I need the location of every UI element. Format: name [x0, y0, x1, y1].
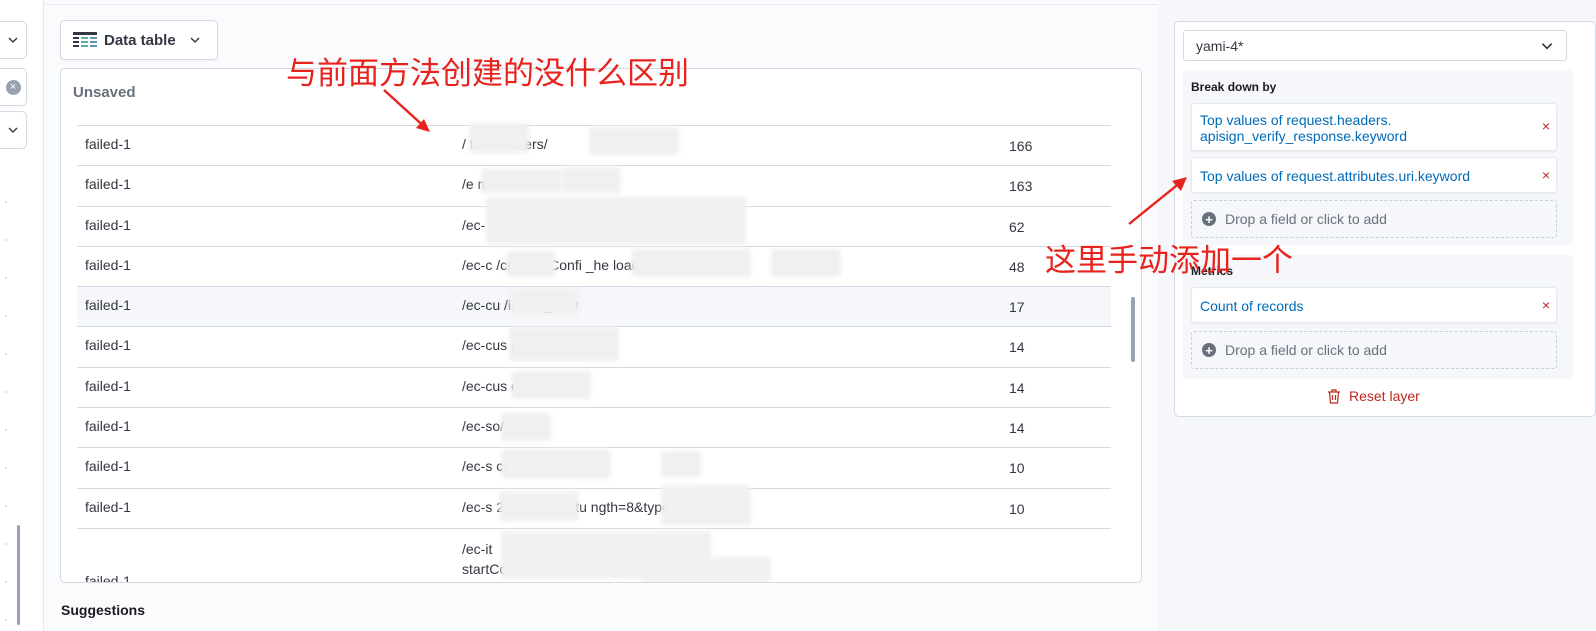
- table-cell: failed-1: [85, 256, 131, 273]
- sidebar-scrollbar[interactable]: [17, 525, 20, 625]
- table-cell: failed-1: [85, 216, 131, 233]
- table-icon: [73, 32, 97, 47]
- table-cell: failed-1: [85, 176, 131, 193]
- table-cell: failed-1: [85, 458, 131, 475]
- metrics-drop-zone[interactable]: + Drop a field or click to add: [1191, 331, 1557, 369]
- redaction-blur: [509, 289, 579, 315]
- index-pattern-label: yami-4*: [1196, 37, 1244, 54]
- redaction-blur: [661, 485, 751, 525]
- table-cell: 10: [1009, 500, 1025, 517]
- table-row: failed-1 /ec-s 2?year=&statu ngth=8&type…: [77, 487, 1111, 528]
- suggestions-heading: Suggestions: [61, 602, 146, 618]
- panel-title: Unsaved: [73, 84, 136, 101]
- workspace-panel: Unsaved failed-1 / tomer/users/ 166 fail…: [60, 68, 1142, 583]
- metric-dimension[interactable]: Count of records ×: [1191, 287, 1557, 323]
- dimension-label-line: apisign_verify_response.keyword: [1200, 128, 1407, 144]
- table-row: failed-1 /ec-cus ers/login 14: [77, 366, 1111, 407]
- redaction-blur: [469, 123, 529, 153]
- table-row: failed-1 /ec-so/ 14: [77, 407, 1111, 447]
- remove-icon[interactable]: ×: [1542, 118, 1550, 134]
- table-row: failed-1 /ec-cu /info/is_new 17: [77, 286, 1111, 327]
- table-cell: 14: [1009, 339, 1025, 356]
- table-cell: 10: [1009, 460, 1025, 477]
- top-divider: [44, 4, 1173, 5]
- redaction-blur: [589, 127, 679, 155]
- table-cell: 62: [1009, 218, 1025, 235]
- redaction-blur: [631, 249, 751, 277]
- redaction-blur: [499, 491, 579, 521]
- break-down-group: Break down by Top values of request.head…: [1183, 70, 1573, 245]
- break-down-drop-zone[interactable]: + Drop a field or click to add: [1191, 200, 1557, 238]
- table-cell: 166: [1009, 138, 1033, 154]
- table-scrollbar[interactable]: [1131, 297, 1135, 362]
- redaction-blur: [561, 167, 621, 193]
- annotation-text-right: 这里手动添加一个: [1045, 243, 1293, 279]
- plus-circle-icon: +: [1202, 343, 1216, 357]
- chevron-down-icon: [1541, 42, 1553, 49]
- table-cell: 14: [1009, 420, 1025, 437]
- field-list-dividers: [5, 165, 7, 625]
- table-cell: failed-1: [85, 297, 131, 314]
- annotation-arrow-icon: [383, 89, 430, 132]
- table-cell: failed-1: [85, 337, 131, 354]
- collapse-toggle-button[interactable]: [0, 21, 27, 59]
- dimension-label-line: Top values of request.headers.: [1200, 112, 1392, 128]
- chevron-down-icon: [8, 37, 18, 43]
- table-cell: 163: [1009, 178, 1033, 195]
- redaction-blur: [509, 327, 619, 361]
- break-down-dimension[interactable]: Top values of request.headers. apisign_v…: [1191, 103, 1557, 151]
- drop-zone-label: Drop a field or click to add: [1225, 211, 1387, 227]
- dimension-label: Top values of request.attributes.uri.key…: [1200, 168, 1471, 184]
- redaction-blur: [641, 557, 771, 582]
- table-row: failed-1 /ec-c /cms/getConfi _he load_sw…: [77, 245, 1111, 286]
- break-down-dimension[interactable]: Top values of request.attributes.uri.key…: [1191, 157, 1557, 193]
- drop-zone-label: Drop a field or click to add: [1225, 342, 1387, 358]
- index-pattern-select[interactable]: yami-4*: [1183, 30, 1567, 61]
- expand-toggle-button[interactable]: [0, 111, 27, 149]
- redaction-blur: [501, 449, 611, 479]
- table-cell: failed-1: [85, 418, 131, 435]
- trash-icon: [1328, 388, 1340, 404]
- remove-icon[interactable]: ×: [1542, 297, 1550, 313]
- redaction-blur: [506, 251, 556, 277]
- table-cell: 17: [1009, 299, 1025, 316]
- chevron-down-icon: [8, 127, 18, 133]
- redaction-blur: [501, 413, 551, 441]
- reset-layer-label: Reset layer: [1349, 388, 1420, 404]
- table-cell: 48: [1009, 258, 1025, 275]
- visualization-type-dropdown[interactable]: Data table: [60, 20, 218, 60]
- table-cell: /ec-so/: [462, 418, 505, 435]
- visualization-type-label: Data table: [104, 31, 176, 49]
- redaction-blur: [481, 169, 561, 193]
- redaction-blur: [771, 249, 841, 277]
- break-down-title: Break down by: [1191, 80, 1277, 94]
- chevron-down-icon: [190, 37, 200, 43]
- left-sidebar: ×: [0, 0, 44, 631]
- remove-icon[interactable]: ×: [1542, 167, 1550, 183]
- redaction-blur: [511, 371, 591, 399]
- redaction-blur: [486, 197, 746, 245]
- clear-icon: ×: [5, 79, 21, 95]
- table-cell: 14: [1009, 379, 1025, 396]
- clear-filter-button[interactable]: ×: [0, 68, 27, 106]
- table-cell: failed-1: [85, 136, 131, 152]
- reset-layer-button[interactable]: Reset layer: [1327, 388, 1420, 404]
- table-cell: failed-1: [85, 377, 131, 394]
- redaction-blur: [661, 451, 701, 477]
- layer-config-panel: yami-4* Break down by Top values of requ…: [1174, 21, 1596, 417]
- dimension-label: Count of records: [1200, 298, 1304, 314]
- table-cell: failed-1: [85, 498, 131, 515]
- annotation-arrow-icon: [1128, 177, 1187, 225]
- dimension-label: Top values of request.headers. apisign_v…: [1200, 112, 1407, 144]
- plus-circle-icon: +: [1202, 212, 1216, 226]
- table-cell: failed-1: [85, 572, 131, 583]
- annotation-text-top: 与前面方法创建的没什么区别: [286, 56, 689, 92]
